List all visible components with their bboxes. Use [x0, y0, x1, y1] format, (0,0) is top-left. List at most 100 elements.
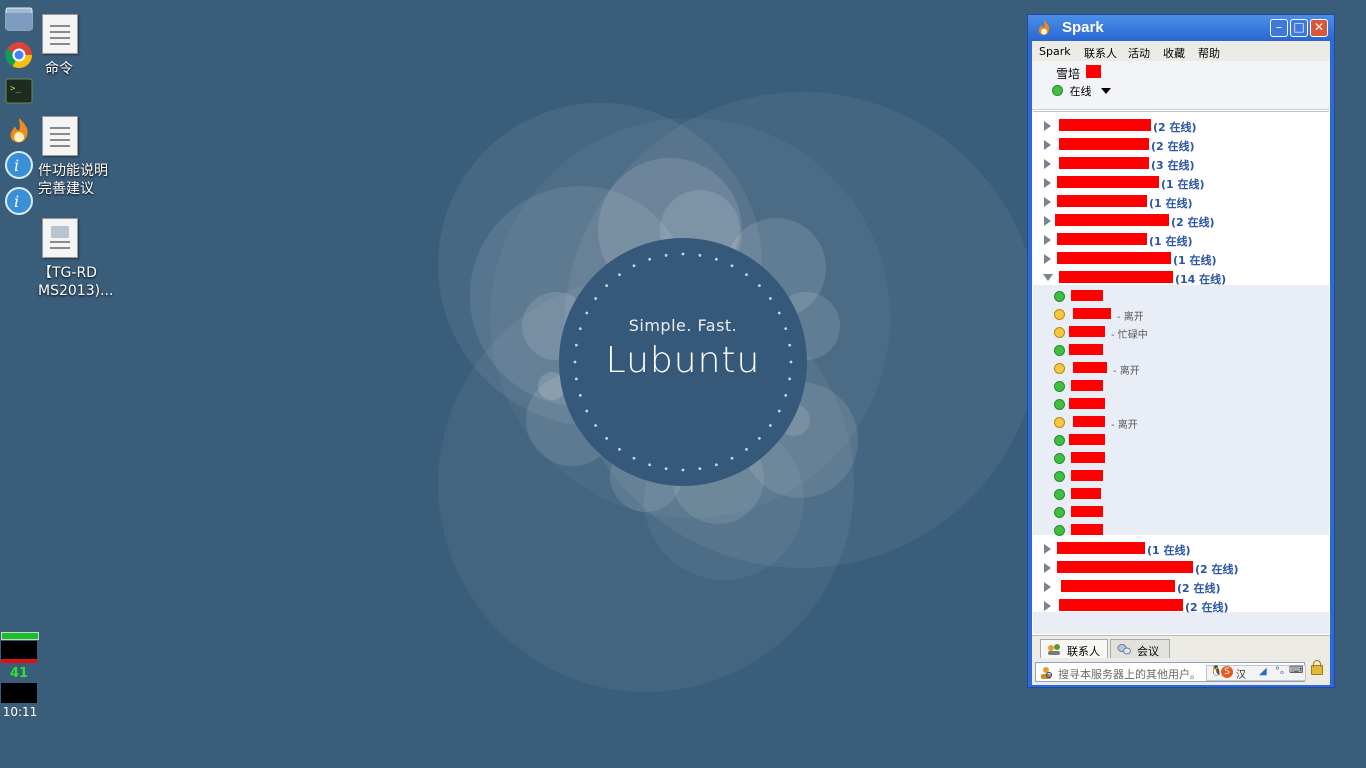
contact-item[interactable]: - 离开	[1033, 359, 1329, 377]
menu-favorites[interactable]: 收藏	[1163, 45, 1185, 61]
group-online-count: (2 在线)	[1151, 140, 1195, 153]
close-button[interactable]: ✕	[1310, 19, 1328, 37]
contact-item[interactable]	[1033, 341, 1329, 359]
contact-status-text: - 离开	[1117, 312, 1144, 323]
redaction	[1057, 195, 1147, 207]
collapsed-arrow-icon[interactable]	[1044, 544, 1051, 554]
contact-item[interactable]	[1033, 431, 1329, 449]
contact-item[interactable]: - 离开	[1033, 305, 1329, 323]
contact-item[interactable]	[1033, 449, 1329, 467]
bottom-tabs: 联系人 会议	[1032, 635, 1330, 660]
contact-item[interactable]	[1033, 395, 1329, 413]
menu-actions[interactable]: 活动	[1128, 45, 1150, 61]
contact-roster: (2 在线) (2 在线) (3 在线) (1 在线) (1 在线) (2 在线) (1 在…	[1033, 111, 1329, 634]
ring-dot	[757, 436, 761, 440]
collapsed-arrow-icon[interactable]	[1044, 235, 1051, 245]
roster-group[interactable]: (1 在线)	[1033, 230, 1329, 249]
online-status-icon	[1052, 85, 1063, 96]
wallpaper-tagline: Simple. Fast.	[628, 316, 738, 335]
svg-text:>_: >_	[10, 84, 21, 94]
contact-status-text: - 离开	[1113, 366, 1140, 377]
roster-group[interactable]: (1 在线)	[1033, 249, 1329, 268]
roster-group[interactable]: (2 在线)	[1033, 116, 1329, 135]
ring-dot	[632, 264, 636, 268]
group-online-count: (1 在线)	[1149, 197, 1193, 210]
file-label-line1: 【TG-RD	[38, 265, 97, 281]
terminal-icon[interactable]: >_	[4, 76, 34, 106]
contact-item[interactable]: - 忙碌中	[1033, 323, 1329, 341]
menu-spark[interactable]: Spark	[1039, 45, 1071, 58]
tab-conference[interactable]: 会议	[1110, 639, 1170, 658]
menu-help[interactable]: 帮助	[1198, 45, 1220, 61]
contact-item[interactable]	[1033, 287, 1329, 305]
file-manager-icon[interactable]	[4, 4, 34, 34]
roster-group[interactable]: (2 在线)	[1033, 577, 1329, 596]
minimize-button[interactable]: –	[1270, 19, 1288, 37]
ring-dot	[632, 456, 636, 460]
roster-group[interactable]: (1 在线)	[1033, 192, 1329, 211]
collapsed-arrow-icon[interactable]	[1044, 582, 1051, 592]
expanded-arrow-icon[interactable]	[1043, 274, 1053, 281]
status-selector[interactable]: 在线	[1052, 83, 1111, 99]
spark-icon[interactable]	[4, 116, 34, 146]
roster-group[interactable]: (3 在线)	[1033, 154, 1329, 173]
title-bar[interactable]: Spark – □ ✕	[1028, 15, 1334, 41]
ring-dot	[698, 253, 702, 257]
app-icon-1[interactable]: i	[4, 150, 34, 180]
ring-dot	[585, 311, 589, 315]
wallpaper-brand: Lubuntu	[605, 340, 761, 381]
ring-dot	[745, 447, 748, 451]
contact-item[interactable]	[1033, 377, 1329, 395]
conference-icon	[1117, 644, 1131, 655]
app-icon-2[interactable]: i	[4, 186, 34, 216]
tab-contacts[interactable]: 联系人	[1040, 639, 1108, 658]
user-search-input[interactable]: 搜寻本服务器上的其他用户。 🐧 S 汉 ◢ °ₒ ⌨	[1035, 662, 1306, 682]
online-status-icon	[1054, 435, 1065, 446]
contact-item[interactable]	[1033, 503, 1329, 521]
away-status-icon	[1054, 363, 1065, 374]
ring-dot	[648, 257, 652, 261]
collapsed-arrow-icon[interactable]	[1044, 159, 1051, 169]
collapsed-arrow-icon[interactable]	[1044, 121, 1051, 131]
roster-group[interactable]: (1 在线)	[1033, 539, 1329, 558]
ime-toolbar[interactable]: 🐧 S 汉 ◢ °ₒ ⌨	[1206, 665, 1306, 681]
ring-dot	[585, 409, 589, 413]
redaction	[1071, 290, 1103, 301]
roster-group[interactable]: (2 在线)	[1033, 558, 1329, 577]
document-icon	[42, 218, 78, 258]
online-status-icon	[1054, 525, 1065, 536]
group-online-count: (1 在线)	[1173, 254, 1217, 267]
collapsed-arrow-icon[interactable]	[1044, 140, 1051, 150]
redaction	[1086, 65, 1101, 78]
roster-group[interactable]: (2 在线)	[1033, 211, 1329, 230]
roster-group[interactable]: (2 在线)	[1033, 596, 1329, 615]
roster-group[interactable]: (1 在线)	[1033, 173, 1329, 192]
chrome-icon[interactable]	[4, 40, 34, 70]
net-graph	[1, 683, 37, 703]
collapsed-arrow-icon[interactable]	[1044, 178, 1051, 188]
contact-item[interactable]: - 离开	[1033, 413, 1329, 431]
roster-group[interactable]: (14 在线)	[1033, 268, 1329, 287]
menu-contacts[interactable]: 联系人	[1084, 45, 1117, 61]
menu-bar: Spark 联系人 活动 收藏 帮助	[1032, 41, 1330, 61]
tab-conference-label: 会议	[1137, 645, 1159, 658]
roster-group[interactable]: (2 在线)	[1033, 135, 1329, 154]
collapsed-arrow-icon[interactable]	[1044, 197, 1051, 207]
online-status-icon	[1054, 399, 1065, 410]
window-client: Spark 联系人 活动 收藏 帮助 雪培 在线 (2 在线) (2 在线) (3 …	[1032, 41, 1330, 685]
online-status-icon	[1054, 345, 1065, 356]
redaction	[1057, 233, 1147, 245]
contact-item[interactable]	[1033, 467, 1329, 485]
collapsed-arrow-icon[interactable]	[1044, 601, 1051, 611]
contact-item[interactable]	[1033, 485, 1329, 503]
document-icon	[42, 116, 78, 156]
maximize-button[interactable]: □	[1290, 19, 1308, 37]
window-title: Spark	[1062, 19, 1104, 36]
redaction	[1057, 252, 1171, 264]
contact-item[interactable]	[1033, 521, 1329, 539]
collapsed-arrow-icon[interactable]	[1044, 563, 1051, 573]
collapsed-arrow-icon[interactable]	[1044, 216, 1051, 226]
clock[interactable]: 10:11	[1, 705, 39, 719]
collapsed-arrow-icon[interactable]	[1044, 254, 1051, 264]
redaction	[1057, 561, 1193, 573]
